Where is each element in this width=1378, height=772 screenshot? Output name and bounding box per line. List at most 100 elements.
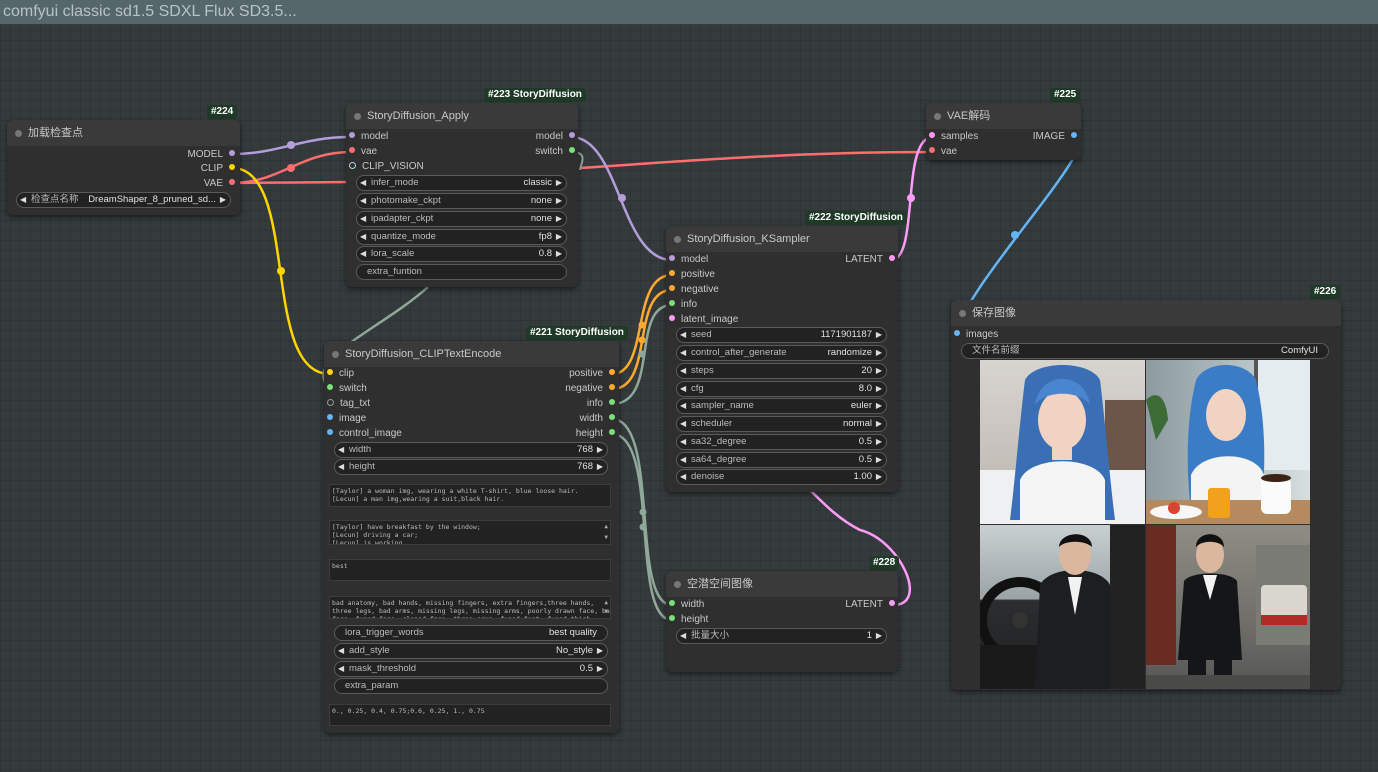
- mask-coords-textarea[interactable]: 0., 0.25, 0.4, 0.75;0.6, 0.25, 1., 0.75: [329, 704, 611, 726]
- arrow-right-icon[interactable]: ▶: [556, 212, 562, 226]
- arrow-right-icon[interactable]: ▶: [597, 460, 603, 474]
- slot-dot-icon[interactable]: [954, 330, 960, 337]
- arrow-left-icon[interactable]: ◀: [338, 662, 344, 676]
- slot-dot-icon[interactable]: [609, 429, 615, 436]
- collapse-dot-icon[interactable]: [332, 351, 339, 358]
- sa64-degree-number[interactable]: ◀ sa64_degree 0.5 ▶: [676, 452, 887, 468]
- slot-dot-icon[interactable]: [669, 615, 675, 622]
- add-style-combo[interactable]: ◀ add_style No_style ▶: [334, 643, 608, 659]
- slot-dot-icon[interactable]: [929, 147, 935, 154]
- arrow-right-icon[interactable]: ▶: [876, 629, 882, 643]
- arrow-right-icon[interactable]: ▶: [876, 453, 882, 467]
- scheduler-combo[interactable]: ◀ scheduler normal ▶: [676, 416, 887, 432]
- slot-dot-icon[interactable]: [349, 161, 356, 169]
- arrow-left-icon[interactable]: ◀: [680, 364, 686, 378]
- slot-dot-icon[interactable]: [609, 384, 615, 391]
- arrow-left-icon[interactable]: ◀: [360, 176, 366, 190]
- node-header[interactable]: 保存图像: [951, 300, 1341, 326]
- collapse-dot-icon[interactable]: [674, 236, 681, 243]
- collapse-dot-icon[interactable]: [959, 310, 966, 317]
- input-width[interactable]: width: [669, 598, 704, 612]
- arrow-left-icon[interactable]: ◀: [360, 247, 366, 261]
- arrow-right-icon[interactable]: ▶: [876, 417, 882, 431]
- input-images[interactable]: images: [954, 328, 998, 342]
- input-image[interactable]: image: [327, 412, 366, 426]
- output-model[interactable]: model: [536, 130, 575, 144]
- slot-dot-icon[interactable]: [569, 132, 575, 139]
- man-driving-photo[interactable]: [980, 525, 1145, 689]
- ipadapter-ckpt-combo[interactable]: ◀ ipadapter_ckpt none ▶: [356, 211, 567, 227]
- batch-size-number[interactable]: ◀ 批量大小 1 ▶: [676, 628, 887, 644]
- sa32-degree-number[interactable]: ◀ sa32_degree 0.5 ▶: [676, 434, 887, 450]
- slot-dot-icon[interactable]: [609, 369, 615, 376]
- input-info[interactable]: info: [669, 298, 697, 312]
- slot-dot-icon[interactable]: [569, 147, 575, 154]
- arrow-right-icon[interactable]: ▶: [556, 176, 562, 190]
- slot-dot-icon[interactable]: [669, 600, 675, 607]
- arrow-right-icon[interactable]: ▶: [876, 399, 882, 413]
- photomake-ckpt-combo[interactable]: ◀ photomake_ckpt none ▶: [356, 193, 567, 209]
- arrow-left-icon[interactable]: ◀: [680, 382, 686, 396]
- arrow-left-icon[interactable]: ◀: [680, 417, 686, 431]
- arrow-left-icon[interactable]: ◀: [338, 644, 344, 658]
- style-prompt-textarea[interactable]: best: [329, 559, 611, 581]
- output-latent[interactable]: LATENT: [845, 253, 895, 267]
- output-clip[interactable]: CLIP: [201, 162, 235, 176]
- woman-breakfast-photo[interactable]: [1146, 360, 1310, 524]
- arrow-left-icon[interactable]: ◀: [680, 470, 686, 484]
- arrow-left-icon[interactable]: ◀: [680, 629, 686, 643]
- height-number[interactable]: ◀ height 768 ▶: [334, 459, 608, 475]
- scrollbar[interactable]: ▲ ▼: [602, 523, 608, 542]
- slot-dot-icon[interactable]: [1071, 132, 1077, 139]
- slot-dot-icon[interactable]: [669, 255, 675, 262]
- input-control-image[interactable]: control_image: [327, 427, 402, 441]
- steps-number[interactable]: ◀ steps 20 ▶: [676, 363, 887, 379]
- arrow-right-icon[interactable]: ▶: [597, 644, 603, 658]
- storydiffusion-apply-node[interactable]: StoryDiffusion_Apply model vae CLIP_VISI…: [346, 103, 578, 287]
- input-positive[interactable]: positive: [669, 268, 715, 282]
- slot-dot-icon[interactable]: [327, 384, 333, 391]
- checkpoint-loader-node[interactable]: 加载检查点 MODEL CLIP VAE ◀ 检查点名称 DreamShaper_8…: [7, 120, 240, 215]
- input-model[interactable]: model: [349, 130, 388, 144]
- input-clip-vision[interactable]: CLIP_VISION: [349, 160, 424, 174]
- woman-in-bed-photo[interactable]: [980, 360, 1145, 524]
- slot-dot-icon[interactable]: [929, 132, 935, 139]
- arrow-right-icon[interactable]: ▶: [876, 435, 882, 449]
- collapse-dot-icon[interactable]: [354, 113, 361, 120]
- negative-prompt-textarea[interactable]: bad anatomy, bad hands, missing fingers,…: [329, 596, 611, 619]
- save-image-node[interactable]: 保存图像 images 文件名前缀 ComfyUI: [951, 300, 1341, 690]
- width-number[interactable]: ◀ width 768 ▶: [334, 442, 608, 458]
- arrow-right-icon[interactable]: ▶: [597, 662, 603, 676]
- scroll-up-icon[interactable]: ▲: [604, 523, 608, 531]
- man-street-photo[interactable]: [1146, 525, 1310, 689]
- slot-dot-icon[interactable]: [327, 414, 333, 421]
- slot-dot-icon[interactable]: [669, 300, 675, 307]
- quantize-mode-combo[interactable]: ◀ quantize_mode fp8 ▶: [356, 229, 567, 245]
- extra-param-text[interactable]: extra_param: [334, 678, 608, 694]
- output-vae[interactable]: VAE: [204, 177, 235, 191]
- scrollbar[interactable]: ▲ ▼: [602, 599, 608, 616]
- scroll-down-icon[interactable]: ▼: [604, 608, 608, 616]
- collapse-dot-icon[interactable]: [674, 581, 681, 588]
- input-switch[interactable]: switch: [327, 382, 367, 396]
- arrow-left-icon[interactable]: ◀: [680, 399, 686, 413]
- arrow-left-icon[interactable]: ◀: [680, 435, 686, 449]
- slot-dot-icon[interactable]: [229, 164, 235, 171]
- arrow-right-icon[interactable]: ▶: [220, 193, 226, 207]
- arrow-left-icon[interactable]: ◀: [680, 453, 686, 467]
- vae-decode-node[interactable]: VAE解码 samples vae IMAGE: [926, 103, 1081, 160]
- output-switch[interactable]: switch: [535, 145, 575, 159]
- arrow-left-icon[interactable]: ◀: [360, 230, 366, 244]
- arrow-right-icon[interactable]: ▶: [556, 230, 562, 244]
- arrow-right-icon[interactable]: ▶: [876, 346, 882, 360]
- lora-trigger-words-text[interactable]: lora_trigger_words best quality: [334, 625, 608, 641]
- output-positive[interactable]: positive: [569, 367, 615, 381]
- cfg-number[interactable]: ◀ cfg 8.0 ▶: [676, 381, 887, 397]
- slot-dot-icon[interactable]: [349, 132, 355, 139]
- slot-dot-icon[interactable]: [229, 150, 235, 157]
- slot-dot-icon[interactable]: [609, 414, 615, 421]
- slot-dot-icon[interactable]: [327, 429, 333, 436]
- slot-dot-icon[interactable]: [349, 147, 355, 154]
- collapse-dot-icon[interactable]: [934, 113, 941, 120]
- slot-dot-icon[interactable]: [609, 399, 615, 406]
